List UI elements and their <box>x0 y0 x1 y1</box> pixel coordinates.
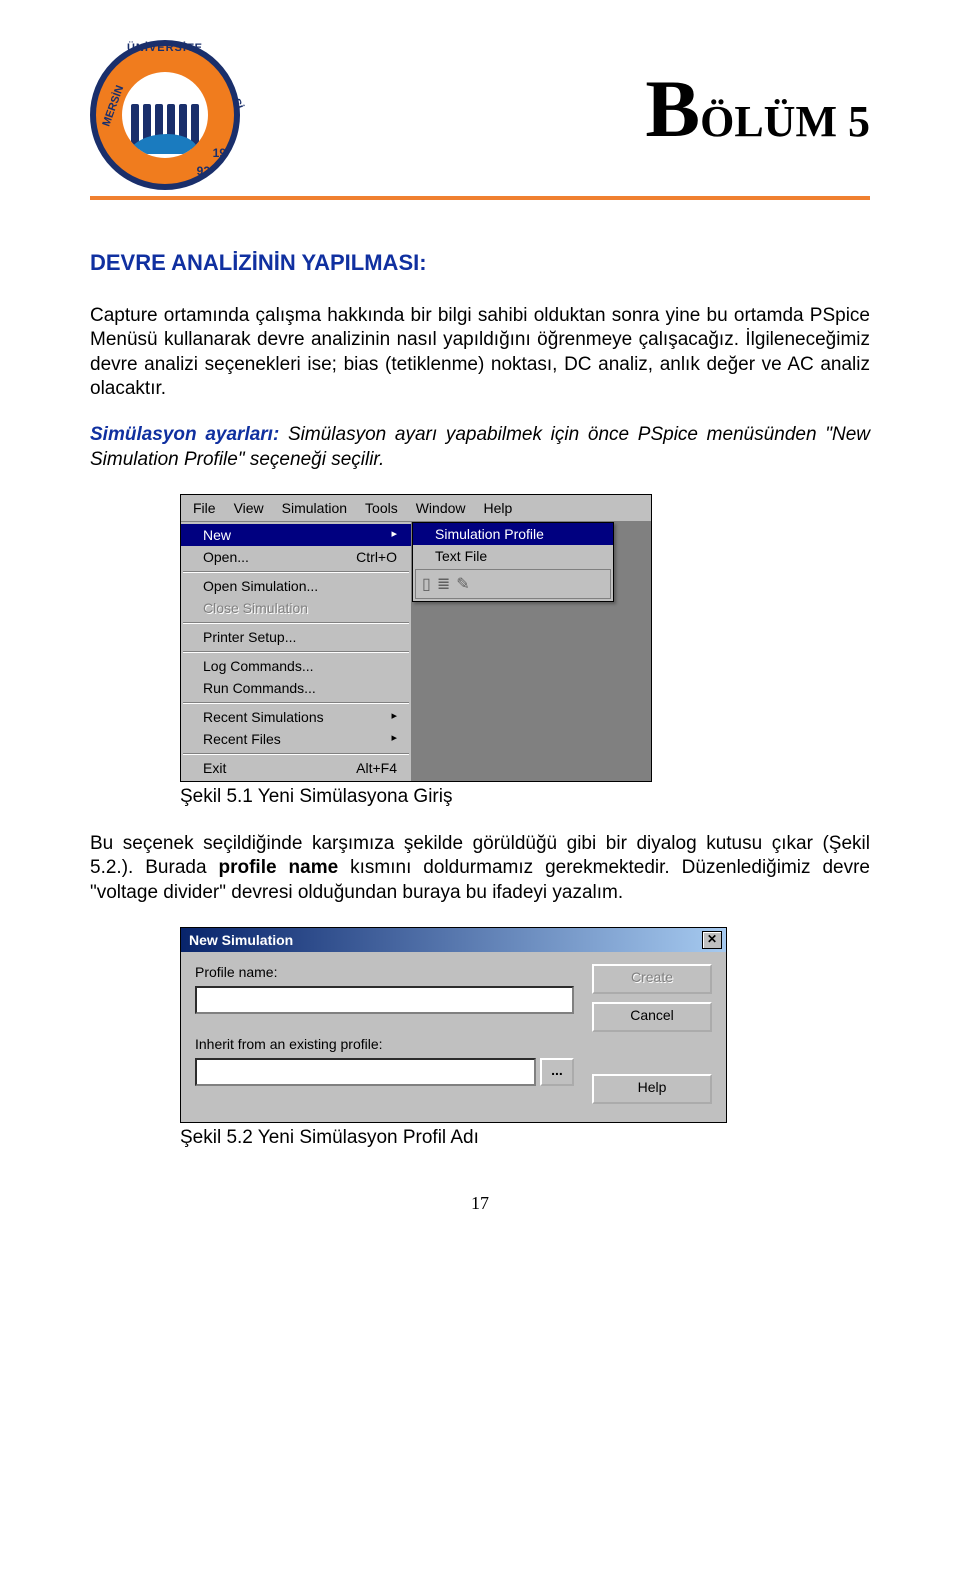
menu-help[interactable]: Help <box>476 498 521 518</box>
input-inherit-profile[interactable] <box>195 1058 536 1086</box>
menu-item-open[interactable]: Open...Ctrl+O <box>181 546 411 568</box>
menu-item-run-commands[interactable]: Run Commands... <box>181 677 411 699</box>
university-logo: ÜNİVERSİTE MERSİN Sİ 19 92 <box>90 40 240 190</box>
menu-item-log-commands[interactable]: Log Commands... <box>181 655 411 677</box>
menu-item-exit[interactable]: ExitAlt+F4 <box>181 757 411 779</box>
close-icon[interactable]: ✕ <box>702 931 722 949</box>
new-submenu: Simulation Profile Text File ▯ ≣ ✎ <box>412 522 614 602</box>
submenu-item-simulation-profile[interactable]: Simulation Profile <box>413 523 613 545</box>
figure-caption-1: Şekil 5.1 Yeni Simülasyona Giriş <box>180 786 870 808</box>
cancel-button[interactable]: Cancel <box>592 1002 712 1032</box>
label-inherit: Inherit from an existing profile: <box>195 1036 574 1052</box>
menu-item-open-simulation[interactable]: Open Simulation... <box>181 575 411 597</box>
toolbar-fragment: ▯ ≣ ✎ <box>415 569 611 599</box>
menu-tools[interactable]: Tools <box>357 498 406 518</box>
dialog-title: New Simulation <box>189 932 293 948</box>
menu-item-printer-setup[interactable]: Printer Setup... <box>181 626 411 648</box>
help-button[interactable]: Help <box>592 1074 712 1104</box>
submenu-item-text-file[interactable]: Text File <box>413 545 613 567</box>
header-divider <box>90 196 870 200</box>
menu-simulation[interactable]: Simulation <box>274 498 355 518</box>
menu-view[interactable]: View <box>226 498 272 518</box>
toolbar-icon: ≣ <box>437 574 450 594</box>
paragraph-1: Capture ortamında çalışma hakkında bir b… <box>90 304 870 401</box>
menubar: File View Simulation Tools Window Help <box>181 495 651 522</box>
menu-item-recent-files[interactable]: Recent Files <box>181 728 411 750</box>
dialog-titlebar: New Simulation ✕ <box>181 928 726 952</box>
file-menu: New Open...Ctrl+O Open Simulation... Clo… <box>181 522 412 781</box>
dialog-new-simulation: New Simulation ✕ Profile name: Inherit f… <box>180 927 727 1123</box>
menu-window[interactable]: Window <box>408 498 474 518</box>
chapter-title: BÖLÜM 5 <box>240 80 870 147</box>
figure-caption-2: Şekil 5.2 Yeni Simülasyon Profil Adı <box>180 1127 870 1149</box>
menu-screenshot: File View Simulation Tools Window Help N… <box>180 494 652 782</box>
toolbar-icon: ✎ <box>456 574 469 594</box>
label-profile-name: Profile name: <box>195 964 574 980</box>
paragraph-3: Bu seçenek seçildiğinde karşımıza şekild… <box>90 832 870 905</box>
menu-file[interactable]: File <box>185 498 224 518</box>
paragraph-2: Simülasyon ayarları: Simülasyon ayarı ya… <box>90 423 870 472</box>
browse-button[interactable]: ... <box>540 1058 574 1086</box>
create-button[interactable]: Create <box>592 964 712 994</box>
section-heading: DEVRE ANALİZİNİN YAPILMASI: <box>90 250 870 276</box>
toolbar-icon: ▯ <box>422 574 431 594</box>
page-number: 17 <box>90 1193 870 1214</box>
input-profile-name[interactable] <box>195 986 574 1014</box>
menu-item-new[interactable]: New <box>181 524 411 546</box>
menu-item-close-simulation: Close Simulation <box>181 597 411 619</box>
menu-item-recent-simulations[interactable]: Recent Simulations <box>181 706 411 728</box>
